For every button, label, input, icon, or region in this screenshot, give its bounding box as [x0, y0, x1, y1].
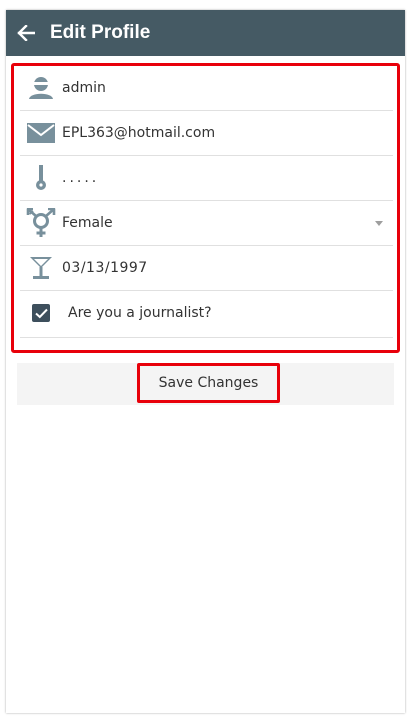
chevron-down-icon[interactable]	[375, 220, 383, 226]
email-field[interactable]: EPL363@hotmail.com	[62, 125, 393, 141]
gender-row[interactable]: Female	[20, 201, 393, 246]
save-bar: Save Changes	[17, 363, 394, 405]
journalist-row[interactable]: Are you a journalist?	[20, 291, 393, 335]
username-field[interactable]: admin	[62, 80, 393, 96]
journalist-checkbox[interactable]	[32, 304, 50, 322]
journalist-checkbox-wrap	[20, 304, 62, 322]
birthdate-field[interactable]: 03/13/1997	[62, 260, 393, 276]
password-field[interactable]: .....	[62, 170, 393, 186]
save-button[interactable]: Save Changes	[137, 363, 280, 403]
username-row[interactable]: admin	[20, 66, 393, 111]
user-icon	[20, 76, 62, 100]
app-bar: Edit Profile	[6, 10, 405, 56]
key-icon	[20, 165, 62, 191]
form-divider	[20, 336, 393, 338]
birthdate-row[interactable]: 03/13/1997	[20, 246, 393, 291]
gender-icon	[20, 208, 62, 238]
profile-form: admin EPL363@hotmail.com ..... Female 03…	[11, 63, 400, 353]
password-row[interactable]: .....	[20, 156, 393, 201]
cocktail-glass-icon	[20, 256, 62, 280]
checkmark-icon	[34, 308, 48, 318]
envelope-icon	[20, 123, 62, 143]
arrow-left-icon	[17, 25, 35, 41]
back-button[interactable]	[6, 10, 46, 56]
gender-select[interactable]: Female	[62, 215, 375, 231]
page-title: Edit Profile	[50, 22, 151, 43]
journalist-label: Are you a journalist?	[68, 305, 212, 321]
email-row[interactable]: EPL363@hotmail.com	[20, 111, 393, 156]
app-window: Edit Profile admin EPL363@hotmail.com ..…	[6, 10, 405, 713]
